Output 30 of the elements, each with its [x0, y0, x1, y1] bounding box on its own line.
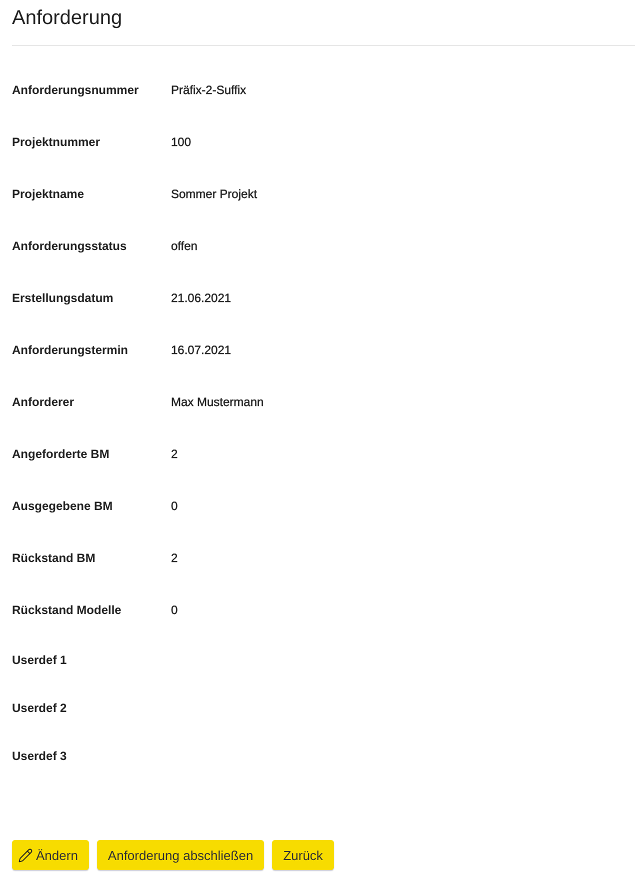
field-label: Projektname [12, 187, 86, 201]
field-label: Ausgegebene BM [12, 499, 114, 513]
field-value: 0 [171, 498, 179, 515]
field-label: Angeforderte BM [12, 447, 110, 461]
field-label: Projektnummer [12, 135, 102, 149]
field-label: Rückstand BM [12, 551, 96, 565]
field-label: Anforderungsnummer [12, 83, 140, 97]
field-value: 2 [171, 550, 179, 567]
field-label: Userdef 2 [12, 701, 68, 715]
pencil-icon [18, 848, 33, 862]
field-label: Erstellungsdatum [12, 291, 114, 305]
field-value: 16.07.2021 [171, 342, 232, 359]
page-title: Anforderung [12, 6, 124, 31]
field-label: Anforderer [12, 395, 76, 409]
edit-button[interactable]: Ändern [12, 840, 89, 870]
field-value: offen [171, 238, 198, 255]
action-button[interactable]: Anforderung abschließen [96, 840, 264, 870]
field-value: 100 [171, 134, 192, 151]
field-label: Anforderungstermin [12, 343, 130, 357]
field-value: 2 [171, 446, 179, 463]
field-value: 21.06.2021 [171, 290, 232, 307]
field-label: Userdef 3 [12, 749, 68, 763]
action-button[interactable]: Zurück [272, 840, 334, 870]
field-label: Rückstand Modelle [12, 603, 122, 617]
field-value: Präfix-2-Suffix [171, 82, 248, 99]
field-label: Anforderungsstatus [12, 239, 128, 253]
field-label: Userdef 1 [12, 653, 68, 667]
field-value: 0 [171, 602, 179, 619]
field-value: Sommer Projekt [171, 186, 258, 203]
field-value: Max Mustermann [171, 394, 265, 411]
